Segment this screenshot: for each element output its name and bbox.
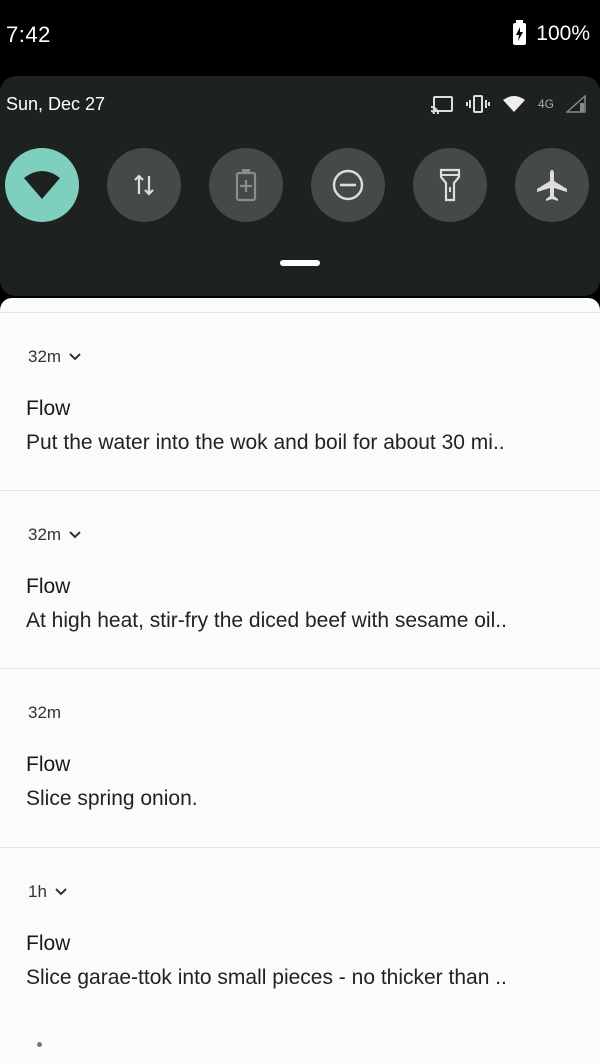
status-right: 100%: [513, 20, 590, 46]
notification-text: At high heat, stir-fry the diced beef wi…: [26, 609, 507, 632]
chevron-down-icon[interactable]: [55, 888, 67, 896]
notification-time[interactable]: 32m: [28, 347, 81, 367]
flashlight-tile[interactable]: [413, 148, 487, 222]
do-not-disturb-tile[interactable]: [311, 148, 385, 222]
chevron-down-icon[interactable]: [69, 353, 81, 361]
battery-saver-icon: [235, 169, 257, 202]
quick-settings-panel: Sun, Dec 27 4G: [0, 76, 600, 296]
signal-icon: [566, 95, 586, 113]
wifi-status-icon: [502, 96, 525, 112]
status-time: 7:42: [6, 22, 51, 47]
wifi-icon: [24, 171, 60, 199]
chevron-down-icon[interactable]: [69, 531, 81, 539]
battery-percent: 100%: [536, 22, 590, 45]
notification-item[interactable]: 1h Flow Slice garae-ttok into small piec…: [0, 847, 600, 1025]
battery-saver-tile[interactable]: [209, 148, 283, 222]
notification-text: Slice spring onion.: [26, 787, 198, 810]
data-transfer-tile[interactable]: [107, 148, 181, 222]
qs-date[interactable]: Sun, Dec 27: [6, 94, 105, 115]
notification-text: Slice garae-ttok into small pieces - no …: [26, 966, 507, 989]
notification-time: 32m: [28, 703, 61, 723]
notification-time[interactable]: 1h: [28, 882, 67, 902]
qs-status-icons: 4G: [430, 94, 586, 114]
battery-charging-icon: [513, 20, 527, 45]
notification-app-name: Flow: [26, 575, 71, 598]
notification-time[interactable]: 32m: [28, 525, 81, 545]
notification-app-name: Flow: [26, 397, 71, 420]
wifi-tile[interactable]: [5, 148, 79, 222]
notification-app-name: Flow: [26, 753, 71, 776]
notification-item[interactable]: 32m Flow Slice spring onion.: [0, 668, 600, 846]
notification-time-label: 32m: [28, 347, 62, 366]
flashlight-icon: [439, 168, 461, 202]
data-transfer-icon: [134, 174, 154, 196]
notification-time-label: 1h: [28, 882, 47, 901]
network-type-label: 4G: [537, 97, 554, 111]
notification-time-label: 32m: [28, 525, 62, 544]
notification-app-name: Flow: [26, 932, 71, 955]
notification-item[interactable]: 32m Flow At high heat, stir-fry the dice…: [0, 490, 600, 668]
vibrate-icon: [465, 95, 490, 113]
notification-text: Put the water into the wok and boil for …: [26, 431, 505, 454]
notification-item[interactable]: 32m Flow Put the water into the wok and …: [0, 312, 600, 490]
airplane-mode-tile[interactable]: [515, 148, 589, 222]
notification-time-label: 32m: [28, 703, 62, 722]
status-bar: 7:42 100%: [0, 0, 600, 72]
quick-tiles: [5, 148, 589, 222]
drag-handle[interactable]: [280, 260, 320, 266]
airplane-icon: [537, 170, 567, 201]
notification-shade: 32m Flow Put the water into the wok and …: [0, 298, 600, 1064]
cast-icon: [430, 96, 453, 114]
do-not-disturb-icon: [332, 169, 364, 201]
overflow-dot: [37, 1042, 42, 1047]
